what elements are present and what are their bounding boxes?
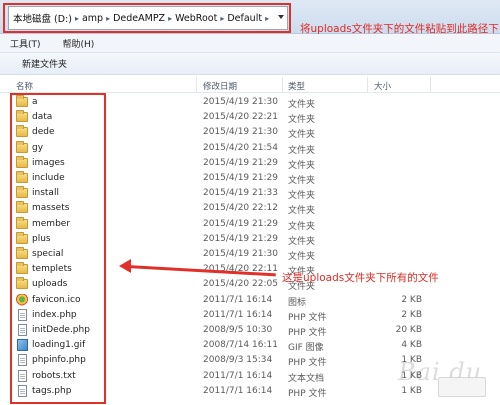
- file-size: 2 KB: [401, 294, 422, 305]
- column-header-date[interactable]: 修改日期: [203, 80, 237, 92]
- file-type: 文件夹: [288, 100, 316, 110]
- file-size: 1 KB: [401, 385, 422, 396]
- file-date: 2011/7/1 16:14: [203, 294, 273, 305]
- file-type: 文件夹: [288, 206, 316, 217]
- menu-tools[interactable]: 工具(T): [10, 37, 41, 50]
- column-header-type[interactable]: 类型: [288, 80, 305, 92]
- column-header-size[interactable]: 大小: [374, 80, 391, 92]
- file-type: 文件夹: [288, 252, 316, 262]
- column-header-name[interactable]: 名称: [16, 80, 33, 92]
- file-date: 2015/4/19 21:30: [203, 127, 278, 138]
- file-date: 2015/4/19 21:30: [203, 97, 278, 107]
- watermark-box: [438, 377, 486, 397]
- file-date: 2011/7/1 16:14: [203, 385, 273, 396]
- file-date: 2015/4/19 21:29: [203, 173, 278, 183]
- file-type: 文件夹: [288, 130, 316, 141]
- column-header-row: 名称 修改日期 类型 大小: [0, 77, 500, 93]
- file-size: 4 KB: [401, 340, 422, 351]
- column-divider[interactable]: [430, 77, 431, 93]
- file-type: GIF 图像: [288, 343, 324, 354]
- column-divider[interactable]: [367, 77, 368, 93]
- file-date: 2015/4/19 21:30: [203, 249, 278, 259]
- file-type: 文件夹: [288, 160, 316, 171]
- address-highlight-box: [3, 3, 291, 33]
- column-divider[interactable]: [196, 77, 197, 93]
- column-divider[interactable]: [282, 77, 283, 93]
- file-date: 2011/7/1 16:14: [203, 309, 273, 320]
- file-date: 2015/4/20 22:21: [203, 112, 278, 123]
- file-type: 文本文档: [288, 373, 325, 384]
- file-type: 文件夹: [288, 176, 316, 186]
- file-type: 文件夹: [288, 236, 316, 247]
- new-folder-button[interactable]: 新建文件夹: [22, 57, 67, 70]
- file-date: 2015/4/20 21:54: [203, 142, 278, 153]
- file-size: 20 KB: [395, 325, 422, 335]
- annotation-uploads-files: 这是uploads文件夹下所有的文件: [282, 272, 439, 284]
- menu-help[interactable]: 帮助(H): [63, 37, 95, 50]
- file-date: 2008/9/3 15:34: [203, 355, 273, 366]
- file-date: 2015/4/20 22:05: [203, 279, 278, 290]
- file-type: PHP 文件: [288, 328, 327, 338]
- file-date: 2008/7/14 16:11: [203, 340, 278, 351]
- file-type: PHP 文件: [288, 358, 327, 369]
- file-date: 2015/4/19 21:29: [203, 157, 278, 168]
- file-type: 文件夹: [288, 221, 316, 232]
- file-date: 2015/4/20 22:12: [203, 203, 278, 214]
- file-type: PHP 文件: [288, 312, 327, 323]
- file-type: 文件夹: [288, 191, 316, 202]
- file-list-highlight-box: [10, 93, 106, 404]
- toolbar: 新建文件夹: [0, 53, 500, 75]
- file-type: 图标: [288, 297, 307, 308]
- file-date: 2008/9/5 10:30: [203, 325, 273, 335]
- arrow-left-icon: [119, 259, 131, 273]
- file-size: 2 KB: [401, 309, 422, 320]
- file-type: 文件夹: [288, 145, 316, 156]
- menu-bar: 工具(T) 帮助(H): [0, 34, 500, 53]
- file-type: PHP 文件: [288, 388, 327, 399]
- file-type: 文件夹: [288, 115, 316, 126]
- file-date: 2015/4/19 21:29: [203, 233, 278, 244]
- file-date: 2015/4/19 21:29: [203, 218, 278, 229]
- file-date: 2015/4/19 21:33: [203, 188, 278, 199]
- file-date: 2011/7/1 16:14: [203, 370, 273, 381]
